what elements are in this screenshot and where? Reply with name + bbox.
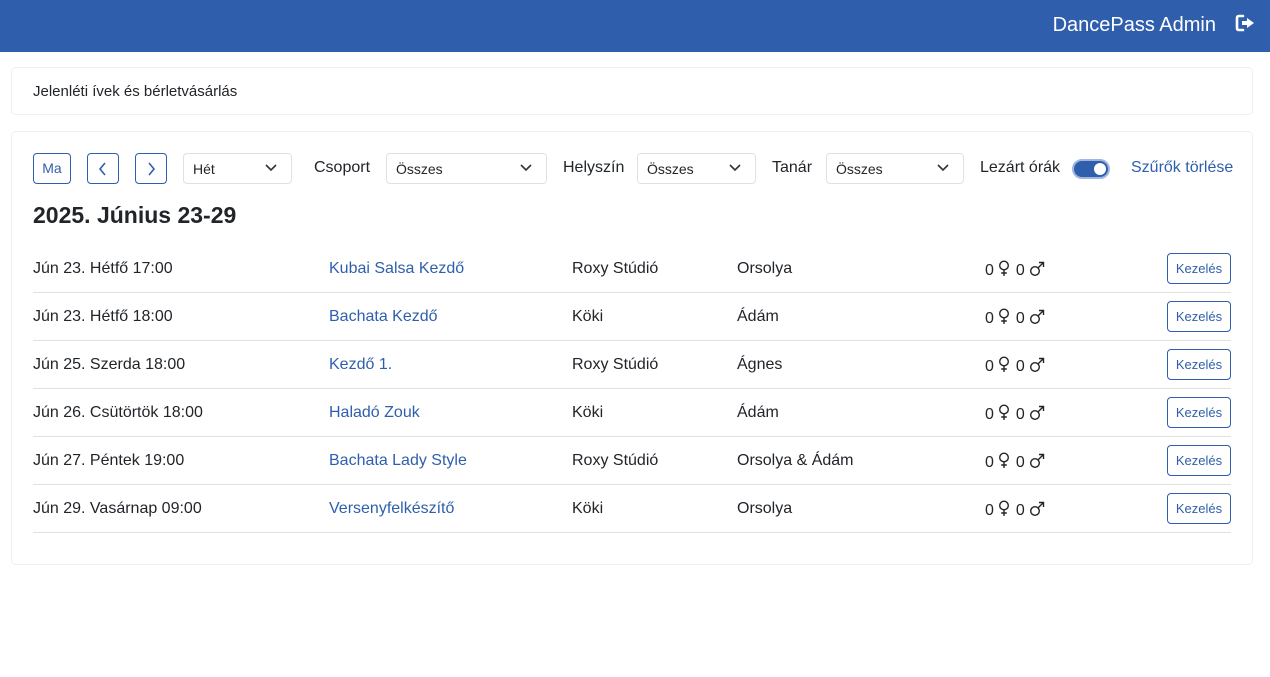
session-class-link[interactable]: Kezdő 1.: [329, 356, 392, 374]
session-row: Jún 27. Péntek 19:00 Bachata Lady Style Ro…: [33, 437, 1231, 485]
session-teacher: Ádám: [737, 308, 779, 325]
manage-button[interactable]: Kezelés: [1167, 397, 1231, 428]
manage-button[interactable]: Kezelés: [1167, 301, 1231, 332]
prev-period-button[interactable]: [87, 153, 119, 184]
male-count: 0: [1015, 358, 1025, 375]
chevron-down-icon: [520, 164, 532, 172]
chevron-left-icon: [98, 162, 106, 176]
male-icon: [1029, 357, 1045, 373]
female-icon: [998, 260, 1009, 276]
group-select[interactable]: Összes: [386, 153, 547, 184]
session-location: Roxy Stúdió: [572, 356, 659, 373]
male-count: 0: [1015, 310, 1025, 327]
chevron-down-icon: [729, 164, 741, 172]
session-date: Jún 23. Hétfő 17:00: [33, 260, 173, 277]
session-location: Köki: [572, 308, 604, 325]
session-class-link[interactable]: Bachata Lady Style: [329, 452, 467, 470]
teacher-select[interactable]: Összes: [826, 153, 964, 184]
session-location: Roxy Stúdió: [572, 452, 659, 469]
female-count: 0: [985, 454, 994, 471]
chevron-down-icon: [937, 164, 949, 172]
male-count: 0: [1015, 502, 1025, 519]
manage-button[interactable]: Kezelés: [1167, 349, 1231, 380]
top-navbar: DancePass Admin: [0, 0, 1270, 52]
male-icon: [1029, 501, 1045, 517]
female-icon: [998, 356, 1009, 372]
logout-icon[interactable]: [1235, 13, 1257, 35]
session-attendance-counts: 00: [985, 260, 1051, 280]
session-row: Jún 26. Csütörtök 18:00 Haladó Zouk Köki Ád…: [33, 389, 1231, 437]
manage-button[interactable]: Kezelés: [1167, 445, 1231, 476]
session-attendance-counts: 00: [985, 356, 1051, 376]
session-attendance-counts: 00: [985, 404, 1051, 424]
location-select[interactable]: Összes: [637, 153, 756, 184]
session-class-link[interactable]: Haladó Zouk: [329, 404, 420, 422]
session-location: Roxy Stúdió: [572, 260, 659, 277]
chevron-right-icon: [148, 162, 156, 176]
session-attendance-counts: 00: [985, 500, 1051, 520]
session-class-link[interactable]: Kubai Salsa Kezdő: [329, 260, 464, 278]
session-date: Jún 26. Csütörtök 18:00: [33, 404, 203, 421]
female-count: 0: [985, 358, 994, 375]
session-attendance-counts: 00: [985, 308, 1051, 328]
male-count: 0: [1015, 406, 1025, 423]
toggle-knob: [1094, 163, 1106, 175]
manage-button[interactable]: Kezelés: [1167, 253, 1231, 284]
female-icon: [998, 404, 1009, 420]
session-teacher: Ágnes: [737, 356, 783, 373]
session-teacher: Orsolya: [737, 500, 793, 517]
manage-button[interactable]: Kezelés: [1167, 493, 1231, 524]
session-row: Jún 29. Vasárnap 09:00 Versenyfelkészítő K…: [33, 485, 1231, 533]
session-location: Köki: [572, 500, 604, 517]
app-brand: DancePass Admin: [1052, 14, 1216, 36]
male-icon: [1029, 309, 1045, 325]
male-icon: [1029, 453, 1045, 469]
session-date: Jún 27. Péntek 19:00: [33, 452, 185, 469]
female-count: 0: [985, 310, 994, 327]
session-attendance-counts: 00: [985, 452, 1051, 472]
session-date: Jún 25. Szerda 18:00: [33, 356, 186, 373]
session-class-link[interactable]: Versenyfelkészítő: [329, 500, 454, 518]
session-row: Jún 23. Hétfő 17:00 Kubai Salsa Kezdő Roxy…: [33, 245, 1231, 293]
week-title: 2025. Június 23-29: [33, 202, 237, 228]
session-class-link[interactable]: Bachata Kezdő: [329, 308, 438, 326]
session-row: Jún 25. Szerda 18:00 Kezdő 1. Roxy Stúdió Á…: [33, 341, 1231, 389]
female-icon: [998, 308, 1009, 324]
sessions-list: Jún 23. Hétfő 17:00 Kubai Salsa Kezdő Roxy…: [33, 245, 1231, 533]
session-teacher: Orsolya: [737, 260, 793, 277]
male-icon: [1029, 405, 1045, 421]
attendance-card: Ma Hét Csoport Összes Helyszín Összes Ta…: [11, 131, 1253, 565]
location-filter-label: Helyszín: [563, 159, 625, 176]
closed-classes-label: Lezárt órák: [980, 159, 1061, 176]
female-icon: [998, 500, 1009, 516]
session-teacher: Orsolya & Ádám: [737, 452, 854, 469]
group-select-value: Összes: [396, 161, 443, 177]
session-date: Jún 23. Hétfő 18:00: [33, 308, 173, 325]
chevron-down-icon: [265, 164, 277, 172]
closed-classes-toggle[interactable]: [1072, 159, 1110, 179]
female-count: 0: [985, 406, 994, 423]
period-select[interactable]: Hét: [183, 153, 292, 184]
session-row: Jún 23. Hétfő 18:00 Bachata Kezdő Köki Ádám…: [33, 293, 1231, 341]
teacher-select-value: Összes: [836, 161, 883, 177]
today-button[interactable]: Ma: [33, 153, 71, 184]
section-header-card: Jelenléti ívek és bérletvásárlás: [11, 67, 1253, 115]
male-count: 0: [1015, 454, 1025, 471]
male-count: 0: [1015, 262, 1025, 279]
session-teacher: Ádám: [737, 404, 779, 421]
clear-filters-link[interactable]: Szűrők törlése: [1131, 159, 1233, 177]
section-title: Jelenléti ívek és bérletvásárlás: [33, 83, 238, 100]
session-location: Köki: [572, 404, 604, 421]
session-date: Jún 29. Vasárnap 09:00: [33, 500, 202, 517]
female-count: 0: [985, 262, 994, 279]
teacher-filter-label: Tanár: [772, 159, 813, 176]
period-select-value: Hét: [193, 161, 215, 177]
group-filter-label: Csoport: [314, 159, 371, 176]
next-period-button[interactable]: [135, 153, 167, 184]
female-icon: [998, 452, 1009, 468]
female-count: 0: [985, 502, 994, 519]
location-select-value: Összes: [647, 161, 694, 177]
male-icon: [1029, 261, 1045, 277]
